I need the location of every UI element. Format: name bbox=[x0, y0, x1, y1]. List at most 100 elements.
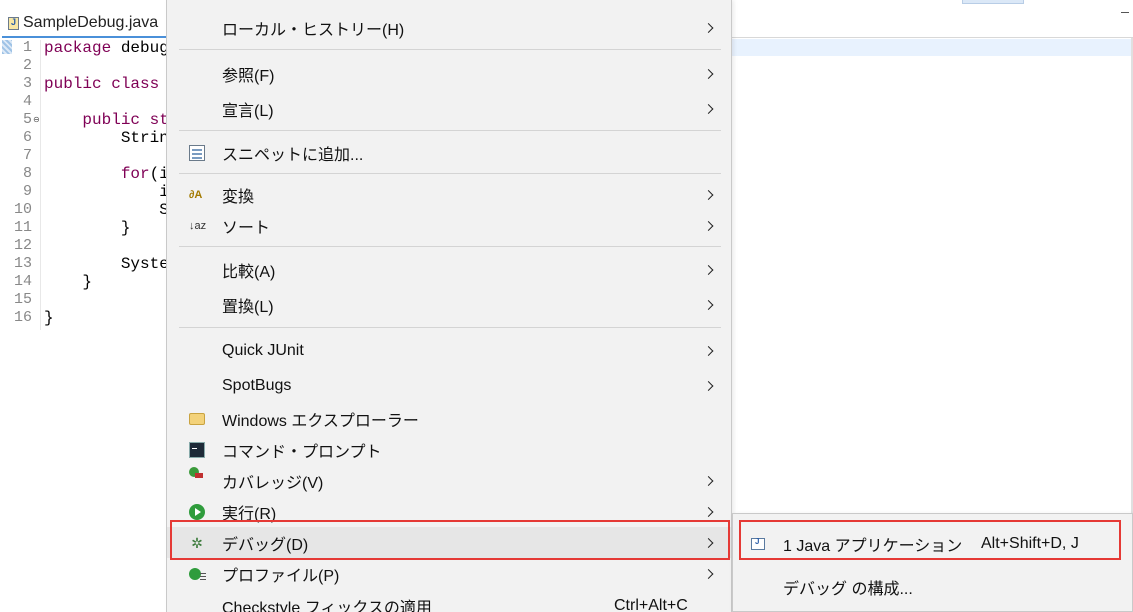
menu-item-compare[interactable]: 比較(A) bbox=[167, 254, 731, 285]
menu-item-command-prompt[interactable]: コマンド・プロンプト bbox=[167, 434, 731, 465]
menu-item-shortcut: Ctrl+Alt+C bbox=[614, 596, 688, 612]
menu-item-label: デバッグ(D) bbox=[222, 536, 309, 554]
menu-item-label: Checkstyle フィックスの適用 bbox=[222, 599, 432, 612]
menu-item-replace[interactable]: 置換(L) bbox=[167, 289, 731, 320]
convert-icon: ∂A bbox=[189, 188, 203, 201]
active-view-indicator bbox=[962, 0, 1024, 4]
chevron-right-icon bbox=[703, 380, 714, 391]
menu-separator bbox=[179, 49, 721, 50]
submenu-item-label: 1 Java アプリケーション bbox=[783, 538, 963, 555]
menu-item-debug[interactable]: ✲ デバッグ(D) bbox=[167, 527, 731, 558]
menu-item-label: Quick JUnit bbox=[222, 341, 304, 359]
menu-item-add-snippet[interactable]: スニペットに追加... bbox=[167, 137, 731, 168]
current-line-marker bbox=[2, 40, 12, 54]
coverage-icon bbox=[189, 467, 203, 478]
chevron-right-icon bbox=[703, 264, 714, 275]
chevron-right-icon bbox=[703, 506, 714, 517]
menu-item-sort[interactable]: ↓az ソート bbox=[167, 210, 731, 241]
line-number: 14 bbox=[13, 273, 32, 290]
line-number: 13 bbox=[13, 255, 32, 272]
menu-item-label: コマンド・プロンプト bbox=[222, 443, 382, 461]
menu-item-label: 宣言(L) bbox=[222, 102, 274, 120]
line-number: 9 bbox=[22, 183, 32, 200]
menu-item-local-history[interactable]: ローカル・ヒストリー(H) bbox=[167, 12, 731, 43]
line-number: 8 bbox=[22, 165, 32, 182]
editor-tab[interactable]: SampleDebug.java bbox=[2, 10, 177, 38]
folder-icon bbox=[189, 412, 205, 425]
menu-item-quick-junit[interactable]: Quick JUnit bbox=[167, 335, 731, 366]
menu-item-label: スニペットに追加... bbox=[222, 146, 364, 164]
code-line[interactable]: public class bbox=[44, 75, 159, 93]
menu-item-coverage[interactable]: カバレッジ(V) bbox=[167, 465, 731, 496]
submenu-item-label: デバッグ の構成... bbox=[783, 581, 913, 598]
sort-icon: ↓az bbox=[189, 219, 207, 232]
menu-item-label: Windows エクスプローラー bbox=[222, 412, 419, 430]
code-line[interactable]: package debug bbox=[44, 39, 169, 57]
chevron-right-icon bbox=[703, 475, 714, 486]
context-menu: ローカル・ヒストリー(H) 参照(F) 宣言(L) スニペットに追加... ∂A… bbox=[166, 0, 732, 612]
chevron-right-icon bbox=[703, 299, 714, 310]
chevron-right-icon bbox=[703, 103, 714, 114]
submenu-item-debug-java-application[interactable]: 1 Java アプリケーション Alt+Shift+D, J bbox=[733, 527, 1132, 561]
gutter-separator bbox=[40, 40, 41, 330]
minimize-icon[interactable] bbox=[1121, 12, 1129, 13]
menu-item-checkstyle-fix[interactable]: Checkstyle フィックスの適用 Ctrl+Alt+C bbox=[167, 590, 731, 612]
code-line[interactable]: Sy bbox=[44, 201, 178, 219]
code-line[interactable]: System bbox=[44, 255, 179, 273]
code-line[interactable]: } bbox=[44, 309, 54, 327]
debug-icon: ✲ bbox=[191, 534, 203, 551]
menu-item-windows-explorer[interactable]: Windows エクスプローラー bbox=[167, 403, 731, 434]
menu-item-profile[interactable]: プロファイル(P) bbox=[167, 558, 731, 589]
menu-item-label: ソート bbox=[222, 219, 271, 237]
console-icon bbox=[189, 441, 205, 458]
chevron-right-icon bbox=[703, 68, 714, 79]
chevron-right-icon bbox=[703, 568, 714, 579]
menu-item-label: 変換 bbox=[222, 188, 255, 206]
menu-item-label: ローカル・ヒストリー(H) bbox=[222, 21, 405, 39]
menu-item-convert[interactable]: ∂A 変換 bbox=[167, 179, 731, 210]
snippet-icon bbox=[189, 144, 205, 161]
line-number: 12 bbox=[13, 237, 32, 254]
chevron-right-icon bbox=[703, 189, 714, 200]
menu-item-label: 参照(F) bbox=[222, 67, 275, 85]
menu-item-references[interactable]: 参照(F) bbox=[167, 58, 731, 89]
java-file-icon bbox=[8, 16, 19, 30]
line-number: 15 bbox=[13, 291, 32, 308]
menu-item-label: 置換(L) bbox=[222, 298, 274, 316]
code-line[interactable]: } bbox=[44, 273, 92, 291]
menu-item-label: 実行(R) bbox=[222, 505, 277, 523]
editor-tab-strip bbox=[732, 0, 1133, 38]
menu-item-spotbugs[interactable]: SpotBugs bbox=[167, 370, 731, 401]
submenu-item-shortcut: Alt+Shift+D, J bbox=[981, 535, 1079, 552]
chevron-right-icon bbox=[703, 345, 714, 356]
menu-item-label: SpotBugs bbox=[222, 376, 292, 394]
menu-separator bbox=[179, 130, 721, 131]
menu-separator bbox=[179, 173, 721, 174]
code-line[interactable]: public st bbox=[44, 111, 168, 129]
editor-tab-title: SampleDebug.java bbox=[23, 14, 159, 31]
line-number: 2 bbox=[22, 57, 32, 74]
code-line[interactable]: for(i bbox=[44, 165, 169, 183]
run-icon bbox=[189, 503, 205, 520]
menu-item-declarations[interactable]: 宣言(L) bbox=[167, 93, 731, 124]
fold-toggle-icon[interactable]: ⊖ bbox=[33, 115, 40, 124]
code-line[interactable]: String bbox=[44, 129, 179, 147]
profile-icon bbox=[189, 567, 206, 580]
chevron-right-icon bbox=[703, 537, 714, 548]
code-line[interactable]: } bbox=[44, 219, 131, 237]
chevron-right-icon bbox=[703, 220, 714, 231]
line-number: 5 bbox=[22, 111, 32, 128]
java-app-icon bbox=[751, 537, 765, 550]
menu-separator bbox=[179, 246, 721, 247]
line-number: 16 bbox=[13, 309, 32, 326]
submenu-item-debug-configurations[interactable]: デバッグ の構成... bbox=[733, 570, 1132, 604]
menu-item-label: カバレッジ(V) bbox=[222, 474, 324, 492]
current-line-highlight bbox=[732, 39, 1133, 56]
menu-item-label: 比較(A) bbox=[222, 263, 276, 281]
code-line[interactable]: in bbox=[44, 183, 178, 201]
chevron-right-icon bbox=[703, 22, 714, 33]
debug-submenu: 1 Java アプリケーション Alt+Shift+D, J デバッグ の構成.… bbox=[732, 513, 1133, 612]
line-number: 10 bbox=[13, 201, 32, 218]
menu-item-run[interactable]: 実行(R) bbox=[167, 496, 731, 527]
menu-separator bbox=[179, 327, 721, 328]
